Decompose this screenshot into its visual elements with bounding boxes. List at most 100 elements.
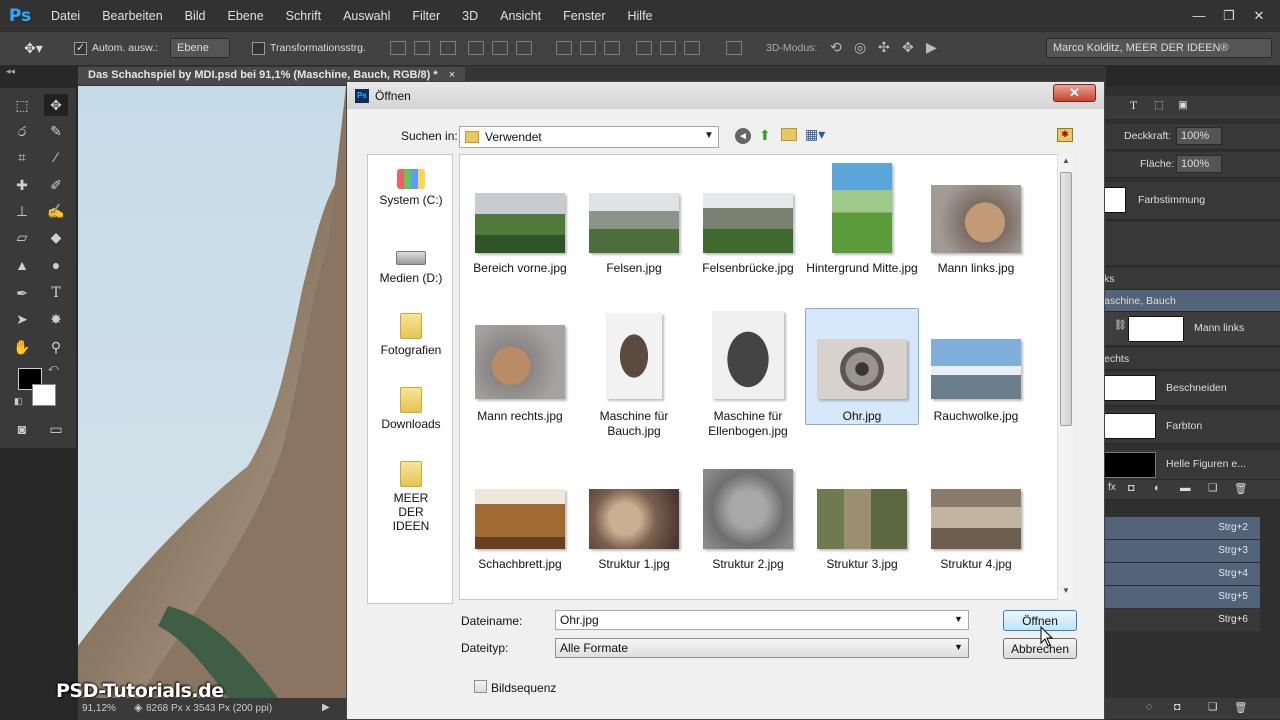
dodge-tool-icon[interactable]: ● [44, 254, 68, 276]
file-thumbnail[interactable] [589, 489, 679, 549]
file-thumbnail[interactable] [703, 193, 793, 253]
sequence-checkbox[interactable] [474, 680, 487, 693]
align-hcenter-icon[interactable] [492, 41, 508, 55]
shortcut-row[interactable]: Strg+2 [1104, 517, 1260, 539]
tab-close-icon[interactable]: × [449, 69, 455, 81]
dialog-titlebar[interactable]: Ps Öffnen [347, 82, 1104, 109]
group-ks[interactable]: ks [1104, 268, 1280, 290]
new-group-icon[interactable]: ▬ [1180, 482, 1191, 494]
menu-hilfe[interactable]: Hilfe [617, 9, 664, 23]
status-menu-arrow-icon[interactable]: ▶ [322, 702, 330, 713]
layer-empty-row[interactable] [1104, 222, 1280, 266]
file-thumbnail[interactable] [589, 193, 679, 253]
file-thumbnail[interactable] [931, 185, 1021, 253]
3d-slide-icon[interactable]: ✥ [902, 39, 914, 56]
auto-select-checkbox[interactable]: ✓ [74, 42, 87, 55]
default-colors-icon[interactable]: ◧ [14, 396, 23, 407]
distribute-right-icon[interactable] [684, 41, 700, 55]
file-item[interactable]: Maschine für Bauch.jpg [578, 409, 690, 439]
shortcut-row[interactable]: Strg+5 [1104, 586, 1260, 608]
distribute-top-icon[interactable] [556, 41, 572, 55]
file-item[interactable]: Rauchwolke.jpg [920, 409, 1032, 424]
file-item[interactable]: Felsen.jpg [578, 261, 690, 276]
file-thumbnail[interactable] [817, 339, 907, 399]
place-meer-der-ideen[interactable]: MEER DER IDEEN [368, 461, 454, 533]
bucket-tool-icon[interactable]: ◆ [44, 226, 68, 248]
scroll-thumb[interactable] [1060, 172, 1072, 426]
opacity-input[interactable]: 100% [1176, 127, 1222, 145]
add-mask-icon[interactable]: ◘ [1128, 482, 1134, 494]
menu-filter[interactable]: Filter [401, 9, 451, 23]
look-in-select[interactable]: Verwendet ▼ [459, 126, 719, 148]
file-item[interactable]: Ohr.jpg [806, 409, 918, 424]
panel-collapse-icon[interactable]: ◂◂ [6, 66, 15, 77]
menu-ebene[interactable]: Ebene [217, 9, 275, 23]
new-layer-icon[interactable]: ❑ [1208, 482, 1217, 494]
align-left-icon[interactable] [468, 41, 484, 55]
move-tool-icon[interactable]: ✥ [44, 94, 68, 116]
type-tool-icon[interactable]: T [44, 282, 68, 304]
place-downloads[interactable]: Downloads [368, 387, 454, 431]
scroll-down-icon[interactable]: ▼ [1062, 586, 1070, 595]
file-item[interactable]: Maschine für Ellenbogen.jpg [692, 409, 804, 439]
file-list-scrollbar[interactable]: ▲ ▼ [1057, 154, 1074, 600]
file-thumbnail[interactable] [832, 163, 892, 253]
lasso-tool-icon[interactable]: ර [10, 120, 34, 142]
filetype-select[interactable]: Alle Formate ▼ [555, 638, 969, 658]
hand-tool-icon[interactable]: ✋ [10, 336, 34, 358]
shortcut-row[interactable]: Strg+4 [1104, 563, 1260, 585]
swap-colors-icon[interactable]: ⤺ [48, 363, 59, 374]
3d-roll-icon[interactable]: ◎ [854, 39, 866, 56]
close-icon[interactable]: ✕ [1244, 6, 1274, 26]
back-icon[interactable]: ◄ [735, 128, 751, 144]
file-thumbnail[interactable] [931, 339, 1021, 399]
distribute-hcenter-icon[interactable] [660, 41, 676, 55]
align-bottom-icon[interactable] [440, 41, 456, 55]
filename-input[interactable]: Ohr.jpg ▼ [555, 610, 969, 630]
file-item[interactable]: Mann rechts.jpg [464, 409, 576, 424]
layer-farbstimmung[interactable]: Farbstimmung [1104, 182, 1280, 220]
transform-checkbox[interactable] [252, 42, 265, 55]
zoom-tool-icon[interactable]: ⚲ [44, 336, 68, 358]
file-thumbnail[interactable] [475, 193, 565, 253]
distribute-left-icon[interactable] [636, 41, 652, 55]
quick-select-tool-icon[interactable]: ✎ [44, 120, 68, 142]
menu-fenster[interactable]: Fenster [552, 9, 616, 23]
layer-mann-links[interactable]: ⛓ Mann links [1104, 312, 1280, 346]
delete-layer-icon[interactable]: 🗑 [1234, 482, 1247, 495]
file-thumbnail[interactable] [475, 325, 565, 399]
place-medien-d[interactable]: Medien (D:) [368, 247, 454, 285]
group-maschine-bauch[interactable]: aschine, Bauch [1104, 290, 1280, 312]
fx-icon[interactable]: fx [1108, 482, 1116, 493]
maximize-icon[interactable]: ❐ [1214, 6, 1244, 26]
file-item[interactable]: Struktur 3.jpg [806, 557, 918, 572]
fill-input[interactable]: 100% [1176, 155, 1222, 173]
menu-bearbeiten[interactable]: Bearbeiten [91, 9, 173, 23]
file-item[interactable]: Schachbrett.jpg [464, 557, 576, 572]
shape-filter-icon[interactable]: ⬚ [1154, 99, 1164, 111]
align-top-icon[interactable] [390, 41, 406, 55]
file-item[interactable]: Mann links.jpg [920, 261, 1032, 276]
view-menu-icon[interactable]: ▦▾ [805, 126, 825, 143]
file-item[interactable]: Struktur 2.jpg [692, 557, 804, 572]
file-thumbnail[interactable] [712, 311, 784, 399]
file-item[interactable]: Struktur 1.jpg [578, 557, 690, 572]
adjustment-layer-icon[interactable]: ◐ [1154, 482, 1160, 494]
menu-schrift[interactable]: Schrift [275, 9, 332, 23]
eyedropper-tool-icon[interactable]: ⁄ [44, 146, 68, 168]
menu-auswahl[interactable]: Auswahl [332, 9, 401, 23]
file-thumbnail[interactable] [931, 489, 1021, 549]
distribute-bottom-icon[interactable] [604, 41, 620, 55]
shape-tool-icon[interactable]: ✸ [44, 308, 68, 330]
file-thumbnail[interactable] [475, 489, 565, 549]
auto-align-icon[interactable] [726, 41, 742, 55]
quick-mask-icon[interactable]: ◙ [10, 418, 34, 440]
blur-tool-icon[interactable]: ▲ [10, 254, 34, 276]
file-item[interactable]: Felsenbrücke.jpg [692, 261, 804, 276]
up-folder-icon[interactable]: ⬆ [759, 127, 771, 144]
shortcut-row[interactable]: Strg+6 [1104, 609, 1260, 631]
menu-datei[interactable]: Datei [40, 9, 91, 23]
file-item[interactable]: Struktur 4.jpg [920, 557, 1032, 572]
background-color-swatch[interactable] [32, 384, 56, 406]
share-icon[interactable]: ◈ [134, 701, 142, 714]
